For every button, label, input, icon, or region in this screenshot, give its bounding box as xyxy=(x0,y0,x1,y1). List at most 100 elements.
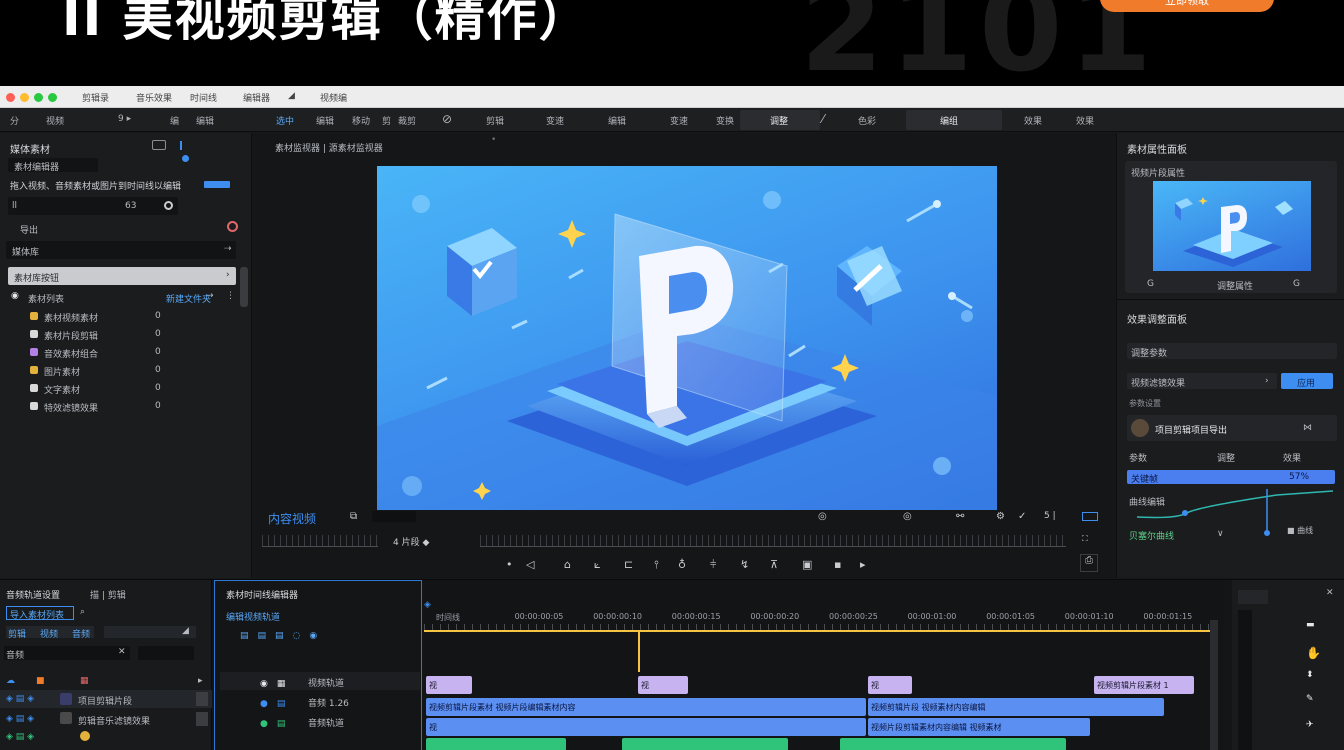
toolbar-item[interactable]: 变速 xyxy=(546,114,564,127)
video-clip[interactable]: 视 xyxy=(638,676,688,694)
list-item[interactable]: 音效素材组合 0 xyxy=(0,343,240,361)
tool-strip-icon[interactable]: ✎ xyxy=(1306,694,1314,704)
scrollbar[interactable] xyxy=(240,267,248,307)
tool-strip-icon[interactable]: ⬍ xyxy=(1306,670,1314,680)
toolbar-item[interactable]: 效果 xyxy=(1076,114,1094,127)
audio-value-field[interactable] xyxy=(138,646,194,660)
fullscreen-icon[interactable]: ⛶ xyxy=(1082,534,1088,544)
dropdown-chevron-icon[interactable]: › xyxy=(1265,376,1269,386)
thumb-action[interactable]: G xyxy=(1293,279,1300,289)
toolbar-item[interactable]: 编组 xyxy=(940,114,958,127)
export-frame-icon[interactable]: ⎙ xyxy=(1080,554,1098,572)
thumb-action[interactable]: G xyxy=(1147,279,1154,289)
audio-icon[interactable]: ♁ xyxy=(678,558,686,571)
pen-icon[interactable]: ✓ xyxy=(1018,511,1026,522)
menu-item[interactable]: 视频编 xyxy=(320,91,347,104)
maximize-window-icon[interactable] xyxy=(34,93,43,102)
toolbar-item[interactable]: 编辑 xyxy=(316,114,334,127)
new-folder-button[interactable]: 新建文件夹 xyxy=(166,292,211,305)
play-icon[interactable]: ▸ xyxy=(198,676,203,686)
loop-icon[interactable]: ◎ xyxy=(903,511,912,522)
media-search-input[interactable] xyxy=(6,241,236,259)
play-icon[interactable]: ▸ xyxy=(860,558,866,571)
search-icon[interactable]: ⌕ xyxy=(80,607,85,617)
value-input[interactable] xyxy=(8,197,178,215)
menu-item[interactable]: 时间线 xyxy=(190,91,217,104)
toolbar-item[interactable]: 变速 xyxy=(670,114,688,127)
toolbar-item[interactable]: 编辑 xyxy=(196,114,214,127)
close-window-icon[interactable] xyxy=(6,93,15,102)
audio-clip[interactable]: 视 xyxy=(426,718,866,736)
split-icon[interactable]: ◁ xyxy=(526,558,534,571)
keyframe-icon[interactable]: ⊼ xyxy=(770,558,778,571)
audio-clip[interactable]: 视频剪辑片段 视频素材内容编辑 xyxy=(868,698,1164,716)
toolbar-item[interactable]: 编辑 xyxy=(608,114,626,127)
more-icon[interactable]: ⋮ xyxy=(226,291,235,301)
video-clip[interactable]: 视 xyxy=(868,676,912,694)
audio-clip[interactable]: 视频剪辑片段素材 视频片段编辑素材内容 xyxy=(426,698,866,716)
toolbar-item[interactable]: 分 xyxy=(10,114,19,127)
work-area-bar[interactable] xyxy=(424,630,1214,632)
fullscreen-window-icon[interactable] xyxy=(48,93,57,102)
stop-icon[interactable]: ▣ xyxy=(802,558,812,571)
tool-strip-icon[interactable]: ✈ xyxy=(1306,720,1314,730)
minimize-window-icon[interactable] xyxy=(20,93,29,102)
banner-cta-button[interactable]: 立即领取 xyxy=(1100,0,1274,12)
tool-strip-scroll[interactable] xyxy=(1238,610,1252,750)
record-icon[interactable] xyxy=(227,221,238,232)
video-clip[interactable]: 视 xyxy=(426,676,472,694)
list-item[interactable]: 文字素材 0 xyxy=(0,379,240,397)
track-tools[interactable]: ▤ ▤ ▤ ◌ ◉ xyxy=(240,628,317,641)
list-item[interactable]: 特效滤镜效果 0 xyxy=(0,397,240,415)
list-item[interactable]: 图片素材 0 xyxy=(0,361,240,379)
close-icon[interactable]: ✕ xyxy=(1326,588,1334,598)
import-button[interactable] xyxy=(204,181,230,188)
link-icon[interactable]: ⚯ xyxy=(956,511,964,522)
tool-strip-icon[interactable]: ▬ xyxy=(1306,620,1315,630)
clear-icon[interactable]: ✕ xyxy=(118,647,126,657)
mute-icon[interactable]: ▦ xyxy=(80,676,89,686)
layout-toggle-icon[interactable] xyxy=(152,140,166,150)
time-ruler[interactable]: 时间线 00:00:00:05 00:00:00:10 00:00:00:15 00:0… xyxy=(424,580,1224,630)
curve-chevron-icon[interactable]: ∨ xyxy=(1217,529,1224,539)
scrub-bar[interactable] xyxy=(480,535,1066,547)
toolbar-item[interactable]: 编 xyxy=(170,114,179,127)
toolbar-item[interactable]: 调整 xyxy=(770,114,788,127)
toolbar-item[interactable]: 剪 xyxy=(382,114,391,127)
loop-icon[interactable]: ◎ xyxy=(818,511,827,522)
music-clip[interactable] xyxy=(840,738,1066,750)
menu-item[interactable]: 剪辑录 xyxy=(82,91,109,104)
toolbar-item[interactable]: 色彩 xyxy=(858,114,876,127)
toolbar-item[interactable]: 裁剪 xyxy=(398,114,416,127)
settings-icon[interactable]: ⚙ xyxy=(996,511,1005,522)
trim-icon[interactable]: ⊏ xyxy=(624,558,633,571)
toolbar-item[interactable]: 剪辑 xyxy=(486,114,504,127)
ratio-label[interactable]: 5 | xyxy=(1044,511,1056,521)
snapshot-icon[interactable]: ⧉ xyxy=(350,511,357,522)
magic-wand-icon[interactable]: ⁄ xyxy=(822,112,824,126)
menu-item[interactable]: ◢ xyxy=(288,91,295,101)
toolbar-item[interactable]: 效果 xyxy=(1024,114,1042,127)
video-clip[interactable]: 视频剪辑片段素材 1 xyxy=(1094,676,1194,694)
freeze-icon[interactable]: ⫩ xyxy=(710,558,716,572)
lock-icon[interactable]: ■ xyxy=(36,676,45,686)
timeline-scrollbar[interactable] xyxy=(1210,620,1218,750)
music-clip[interactable] xyxy=(622,738,788,750)
toolbar-item[interactable]: 选中 xyxy=(276,114,294,127)
tool-strip-field[interactable] xyxy=(1238,590,1268,604)
toolbar-item[interactable]: 视频 xyxy=(46,114,64,127)
chevron-right-icon[interactable]: ⇢ xyxy=(206,291,214,301)
list-item[interactable]: 素材片段剪辑 0 xyxy=(0,325,240,343)
track-menu-icon[interactable]: ⋈ xyxy=(1303,423,1312,433)
audio-clip[interactable]: 视频片段剪辑素材内容编辑 视频素材 xyxy=(868,718,1090,736)
reset-icon[interactable] xyxy=(164,201,173,210)
scrub-ruler[interactable] xyxy=(262,535,378,547)
rotate-icon[interactable]: ⟀ xyxy=(594,558,601,572)
filter-tab[interactable]: 剪辑 xyxy=(8,627,26,640)
hand-tool-icon[interactable]: ✋ xyxy=(1306,646,1321,660)
playhead-line[interactable] xyxy=(638,632,640,672)
thumb-action[interactable]: 调整属性 xyxy=(1217,279,1253,292)
video-canvas[interactable] xyxy=(377,166,997,510)
disable-icon[interactable]: ⊘ xyxy=(442,112,452,126)
chevron-right-icon[interactable]: ⇢ xyxy=(224,244,232,254)
